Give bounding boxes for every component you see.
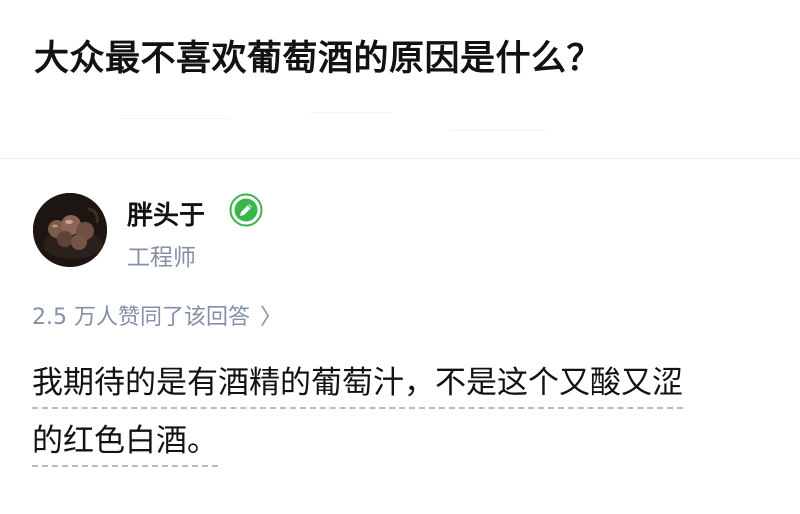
author-title: 工程师: [127, 245, 196, 271]
faint-divider: [120, 118, 230, 119]
avatar-photo: [33, 193, 107, 267]
answer-text-line: 我期待的是有酒精的葡萄汁，不是这个又酸又涩: [32, 365, 683, 409]
vote-count-text: 2.5 万人赞同了该回答: [32, 305, 250, 330]
pencil-badge-icon[interactable]: [229, 193, 263, 227]
answer-content: 我期待的是有酒精的葡萄汁，不是这个又酸又涩 的红色白酒。: [32, 354, 772, 470]
faint-divider: [310, 112, 390, 113]
section-divider: [0, 158, 800, 159]
faint-divider: [450, 130, 545, 131]
vote-count[interactable]: 2.5 万人赞同了该回答 〉: [32, 299, 282, 331]
chevron-right-icon: 〉: [259, 305, 282, 330]
author-name[interactable]: 胖头于: [127, 195, 205, 232]
answer-page: 大众最不喜欢葡萄酒的原因是什么？ 胖头于 工程师 2.5 万人赞同了该回答 〉 …: [0, 0, 800, 514]
question-title[interactable]: 大众最不喜欢葡萄酒的原因是什么？: [34, 30, 602, 81]
answer-text-line: 的红色白酒。: [32, 423, 218, 467]
avatar[interactable]: [33, 193, 107, 267]
